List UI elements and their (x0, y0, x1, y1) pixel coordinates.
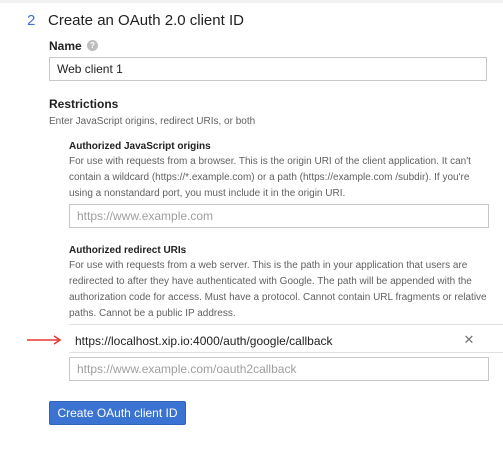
close-icon[interactable]: ✕ (462, 333, 476, 347)
step-number: 2 (27, 12, 36, 29)
redirect-uri-input[interactable] (69, 357, 489, 381)
redirect-uri-entry[interactable]: https://localhost.xip.io:4000/auth/googl… (75, 334, 333, 348)
restrictions-title: Restrictions (49, 97, 119, 111)
name-input[interactable] (49, 57, 487, 81)
create-oauth-client-button[interactable]: Create OAuth client ID (49, 401, 186, 425)
redirect-uris-description: For use with requests from a web server.… (69, 260, 487, 319)
name-label: Name (49, 39, 82, 53)
js-origin-input[interactable] (69, 204, 489, 228)
js-origins-title: Authorized JavaScript origins (69, 141, 211, 152)
js-origins-description: For use with requests from a browser. Th… (69, 156, 471, 199)
red-arrow-icon (27, 335, 62, 345)
step-title: Create an OAuth 2.0 client ID (48, 12, 244, 29)
redirect-row-top-divider (69, 324, 503, 325)
redirect-row-bottom-divider (69, 352, 503, 353)
top-divider (0, 0, 503, 3)
restrictions-description: Enter JavaScript origins, redirect URIs,… (49, 116, 256, 127)
help-icon[interactable]: ? (87, 40, 98, 51)
redirect-uris-title: Authorized redirect URIs (69, 245, 187, 256)
